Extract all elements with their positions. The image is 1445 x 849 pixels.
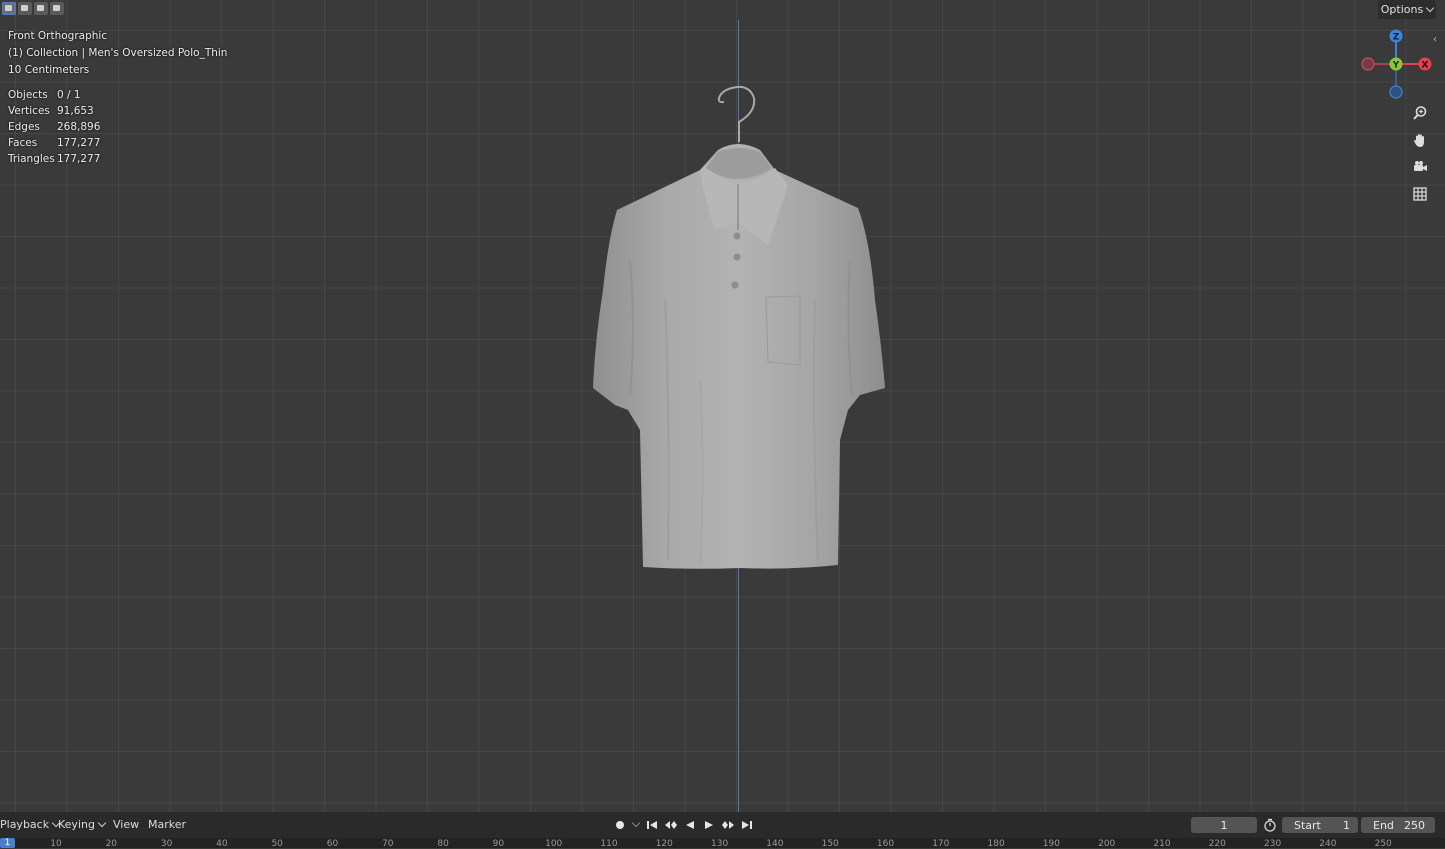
gizmo-z-label: Z bbox=[1393, 33, 1400, 43]
gizmo-x-label: X bbox=[1422, 61, 1429, 71]
select-mode-buttons bbox=[2, 2, 64, 15]
grid-scale: 10 Centimeters bbox=[8, 64, 90, 76]
start-frame-field[interactable]: Start 1 bbox=[1282, 817, 1358, 833]
collection-label: (1) Collection | Men's Oversized Polo_Th… bbox=[8, 47, 228, 59]
select-new-icon[interactable] bbox=[2, 2, 16, 15]
jump-start-icon[interactable] bbox=[644, 817, 660, 832]
gizmo-neg-z bbox=[1389, 85, 1403, 99]
3d-viewport[interactable]: Front Orthographic (1) Collection | Men'… bbox=[0, 0, 1445, 812]
play-reverse-icon[interactable] bbox=[682, 817, 698, 832]
grid-perspective-icon[interactable] bbox=[1409, 183, 1431, 205]
prev-keyframe-icon[interactable] bbox=[663, 817, 679, 832]
stat-row: Vertices 91,653 bbox=[8, 105, 94, 117]
select-extend-icon[interactable] bbox=[18, 2, 32, 15]
next-keyframe-icon[interactable] bbox=[720, 817, 736, 832]
select-intersect-icon[interactable] bbox=[50, 2, 64, 15]
playback-menu[interactable]: Playback bbox=[0, 818, 61, 831]
viewport-info: Front Orthographic (1) Collection | Men'… bbox=[8, 28, 227, 79]
record-icon[interactable] bbox=[612, 817, 628, 832]
timeline-ruler[interactable]: 10 20 30 40 50 60 70 80 90 100 110 120 130 140 150 160 1… bbox=[0, 838, 1445, 849]
stat-row: Objects 0 / 1 bbox=[8, 89, 81, 101]
end-frame-field[interactable]: End 250 bbox=[1361, 817, 1435, 833]
current-frame-marker[interactable]: 1 bbox=[0, 838, 15, 848]
jump-end-icon[interactable] bbox=[739, 817, 755, 832]
zoom-icon[interactable] bbox=[1409, 102, 1431, 124]
stat-row: Edges 268,896 bbox=[8, 121, 101, 133]
current-frame-field[interactable]: 1 bbox=[1191, 817, 1257, 833]
chevron-down-icon bbox=[97, 818, 107, 828]
view-name: Front Orthographic bbox=[8, 30, 108, 42]
stopwatch-icon[interactable] bbox=[1263, 818, 1277, 835]
hand-pan-icon[interactable] bbox=[1409, 129, 1431, 151]
stat-row: Faces 177,277 bbox=[8, 137, 101, 149]
marker-menu[interactable]: Marker bbox=[148, 818, 186, 831]
keying-menu[interactable]: Keying bbox=[58, 818, 107, 831]
navigation-gizmo[interactable]: X Z Y bbox=[1358, 26, 1434, 102]
play-icon[interactable] bbox=[701, 817, 717, 832]
options-dropdown[interactable]: Options bbox=[1378, 0, 1436, 19]
view-menu[interactable]: View bbox=[113, 818, 139, 831]
chevron-down-icon[interactable] bbox=[631, 817, 641, 832]
options-label: Options bbox=[1380, 3, 1424, 16]
select-subtract-icon[interactable] bbox=[34, 2, 48, 15]
chevron-down-icon bbox=[1425, 3, 1435, 13]
polo-shirt-model[interactable] bbox=[0, 0, 1445, 812]
hanger-hook bbox=[717, 85, 756, 142]
playback-controls bbox=[612, 817, 755, 832]
gizmo-neg-x bbox=[1361, 57, 1375, 71]
scene-statistics: Objects 0 / 1 Vertices 91,653 Edges 268,896… bbox=[8, 87, 100, 167]
stat-row: Triangles 177,277 bbox=[8, 153, 101, 165]
gizmo-y-label: Y bbox=[1392, 61, 1400, 71]
camera-icon[interactable] bbox=[1409, 156, 1431, 178]
timeline-header: Playback Keying View Marker 1 Start 1 En… bbox=[0, 812, 1445, 838]
